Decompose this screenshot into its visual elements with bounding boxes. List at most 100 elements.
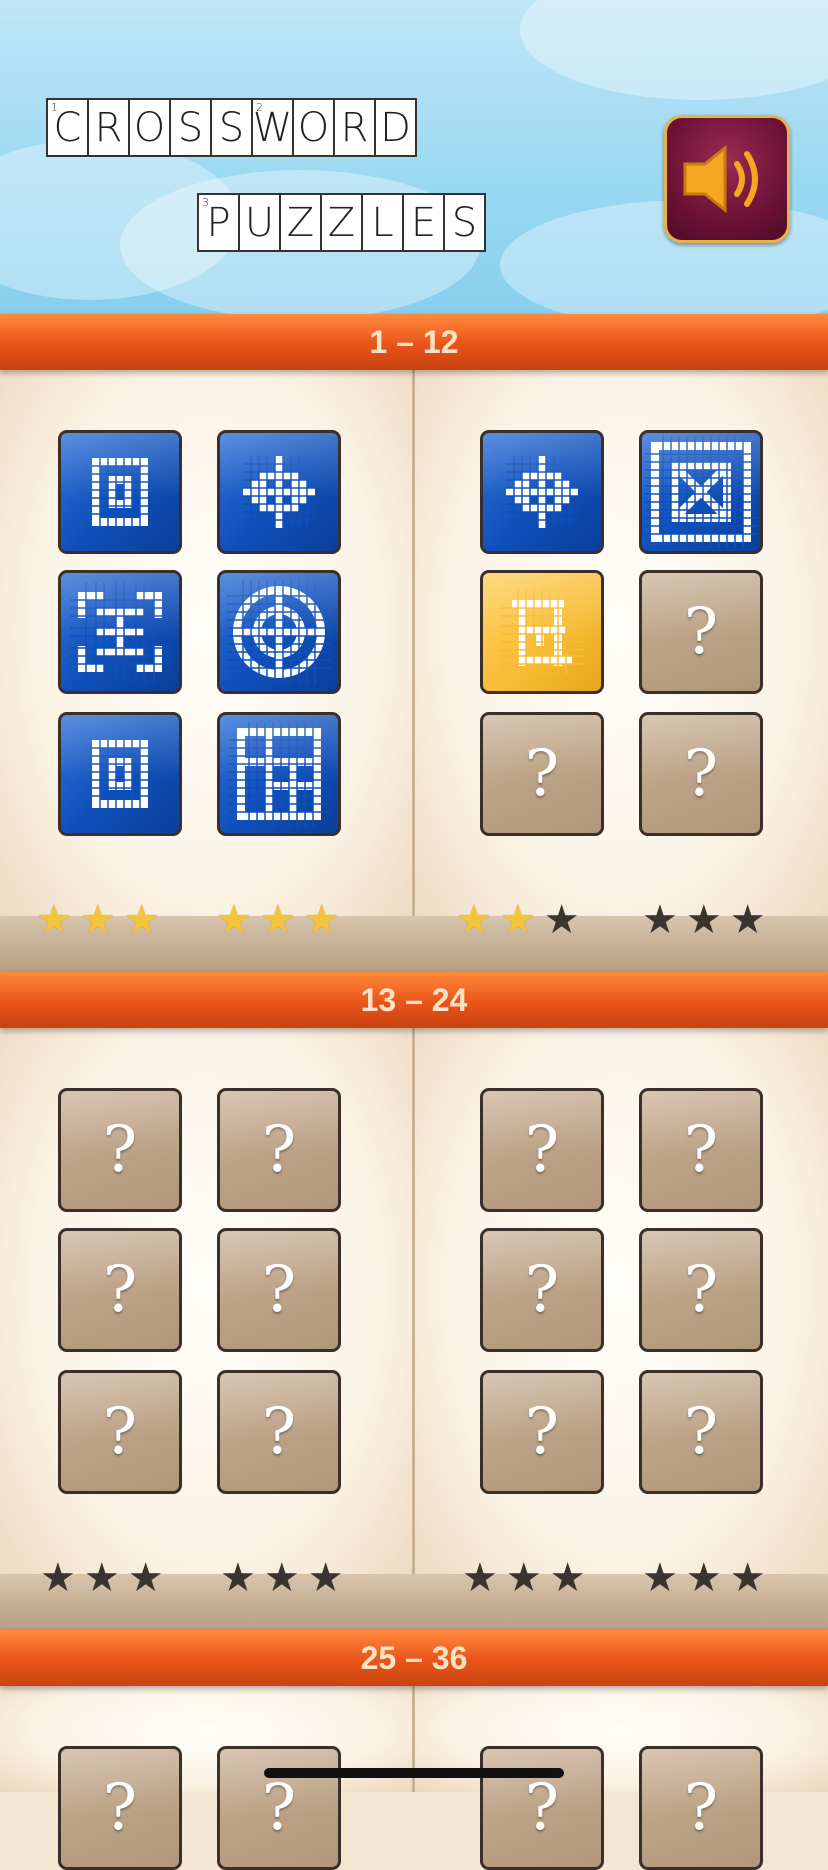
lock-question-mark: ? <box>524 1771 560 1845</box>
title-letter: P <box>206 199 231 246</box>
title-letter-cell: O <box>128 98 171 157</box>
level-32-tile-locked[interactable]: ? <box>639 1746 763 1870</box>
level-4-tile[interactable] <box>217 570 341 694</box>
level-16-tile-locked[interactable]: ? <box>217 1228 341 1352</box>
header: 1CROSS2WORD 3PUZZLES <box>0 0 828 314</box>
star-filled-icon: ★ <box>499 898 536 942</box>
lock-question-mark: ? <box>683 1395 719 1469</box>
level-31-tile-locked[interactable]: ? <box>480 1746 604 1870</box>
level-25-tile-locked[interactable]: ? <box>58 1746 182 1870</box>
speaker-icon <box>683 144 758 214</box>
star-empty-icon: ★ <box>642 1556 678 1600</box>
level-24-tile-locked[interactable]: ? <box>639 1370 763 1494</box>
crossword-grid-icon <box>243 456 315 528</box>
book-spine <box>412 1020 415 1612</box>
lock-question-mark: ? <box>683 1113 719 1187</box>
title-letter-cell: E <box>402 193 445 252</box>
star-filled-icon: ★ <box>456 898 492 942</box>
section-header-13-24: 13 – 24 <box>0 972 828 1028</box>
star-empty-icon: ★ <box>543 898 580 942</box>
star-empty-icon: ★ <box>83 1556 120 1600</box>
star-rating-levels-19-24a: ★ ★ ★ <box>462 1558 586 1598</box>
star-rating-levels-1-6a: ★ ★ ★ <box>36 900 160 940</box>
title-letter-cell: Z <box>279 193 322 252</box>
star-empty-icon: ★ <box>220 1556 256 1600</box>
title-letter: S <box>177 104 204 151</box>
lock-question-mark: ? <box>524 1395 560 1469</box>
home-indicator[interactable] <box>264 1768 564 1778</box>
level-19-tile-locked[interactable]: ? <box>480 1088 604 1212</box>
book-spine <box>412 362 415 954</box>
level-23-tile-locked[interactable]: ? <box>480 1370 604 1494</box>
title-letter-cell: L <box>361 193 404 252</box>
title-letter-cell: D <box>374 98 417 157</box>
star-rating-levels-1-6b: ★ ★ ★ <box>216 900 340 940</box>
level-21-tile-locked[interactable]: ? <box>480 1228 604 1352</box>
level-12-tile-locked[interactable]: ? <box>639 712 763 836</box>
star-filled-icon: ★ <box>303 898 340 942</box>
star-empty-icon: ★ <box>307 1556 344 1600</box>
level-26-tile-locked[interactable]: ? <box>217 1746 341 1870</box>
crossword-grid-icon <box>92 458 148 526</box>
lock-question-mark: ? <box>102 1395 138 1469</box>
crossword-grid-icon <box>92 740 148 808</box>
level-11-tile-locked[interactable]: ? <box>480 712 604 836</box>
section-label: 25 – 36 <box>360 1639 468 1676</box>
level-7-tile[interactable] <box>480 430 604 554</box>
star-rating-levels-7-12a: ★ ★ ★ <box>456 900 580 940</box>
lock-question-mark: ? <box>261 1771 297 1845</box>
title-letter-cell: R <box>333 98 376 157</box>
title-letter-cell: O <box>292 98 335 157</box>
section-label: 13 – 24 <box>360 981 468 1018</box>
level-15-tile-locked[interactable]: ? <box>58 1228 182 1352</box>
lock-question-mark: ? <box>683 595 719 669</box>
sound-toggle-button[interactable] <box>664 115 790 243</box>
title-letter-cell: 3P <box>197 193 240 252</box>
title-letter: Z <box>286 199 315 246</box>
star-empty-icon: ★ <box>462 1556 498 1600</box>
lock-question-mark: ? <box>261 1253 297 1327</box>
clue-number: 3 <box>202 196 209 209</box>
level-3-tile[interactable] <box>58 570 182 694</box>
level-22-tile-locked[interactable]: ? <box>639 1228 763 1352</box>
level-2-tile[interactable] <box>217 430 341 554</box>
level-20-tile-locked[interactable]: ? <box>639 1088 763 1212</box>
star-empty-icon: ★ <box>263 1556 300 1600</box>
level-9-tile-current[interactable] <box>480 570 604 694</box>
level-14-tile-locked[interactable]: ? <box>217 1088 341 1212</box>
title-letter-cell: R <box>87 98 130 157</box>
crossword-grid-icon <box>229 722 329 826</box>
level-17-tile-locked[interactable]: ? <box>58 1370 182 1494</box>
level-6-tile[interactable] <box>217 712 341 836</box>
star-filled-icon: ★ <box>216 898 252 942</box>
clue-number: 1 <box>51 101 58 114</box>
level-8-tile[interactable] <box>639 430 763 554</box>
title-letter-cell: S <box>169 98 212 157</box>
level-1-tile[interactable] <box>58 430 182 554</box>
level-18-tile-locked[interactable]: ? <box>217 1370 341 1494</box>
star-rating-levels-13-18a: ★ ★ ★ <box>40 1558 164 1598</box>
title-letter: E <box>410 199 437 246</box>
star-empty-icon: ★ <box>729 1556 766 1600</box>
level-10-tile-locked[interactable]: ? <box>639 570 763 694</box>
lock-question-mark: ? <box>683 1253 719 1327</box>
level-5-tile[interactable] <box>58 712 182 836</box>
star-filled-icon: ★ <box>36 898 72 942</box>
title-letter-cell: 2W <box>251 98 294 157</box>
title-letter-cell: S <box>443 193 486 252</box>
title-letter: U <box>244 199 275 246</box>
star-rating-levels-19-24b: ★ ★ ★ <box>642 1558 766 1598</box>
lock-question-mark: ? <box>102 1253 138 1327</box>
title-crossword: 1CROSS2WORD <box>46 98 417 157</box>
star-empty-icon: ★ <box>642 898 678 942</box>
title-letter: D <box>380 104 411 151</box>
lock-question-mark: ? <box>261 1113 297 1187</box>
section-header-25-36: 25 – 36 <box>0 1630 828 1686</box>
lock-question-mark: ? <box>524 1253 560 1327</box>
star-filled-icon: ★ <box>123 898 160 942</box>
star-rating-levels-13-18b: ★ ★ ★ <box>220 1558 344 1598</box>
book-page-right <box>414 1020 828 1612</box>
title-letter: S <box>451 199 478 246</box>
title-letter: O <box>133 104 166 151</box>
level-13-tile-locked[interactable]: ? <box>58 1088 182 1212</box>
